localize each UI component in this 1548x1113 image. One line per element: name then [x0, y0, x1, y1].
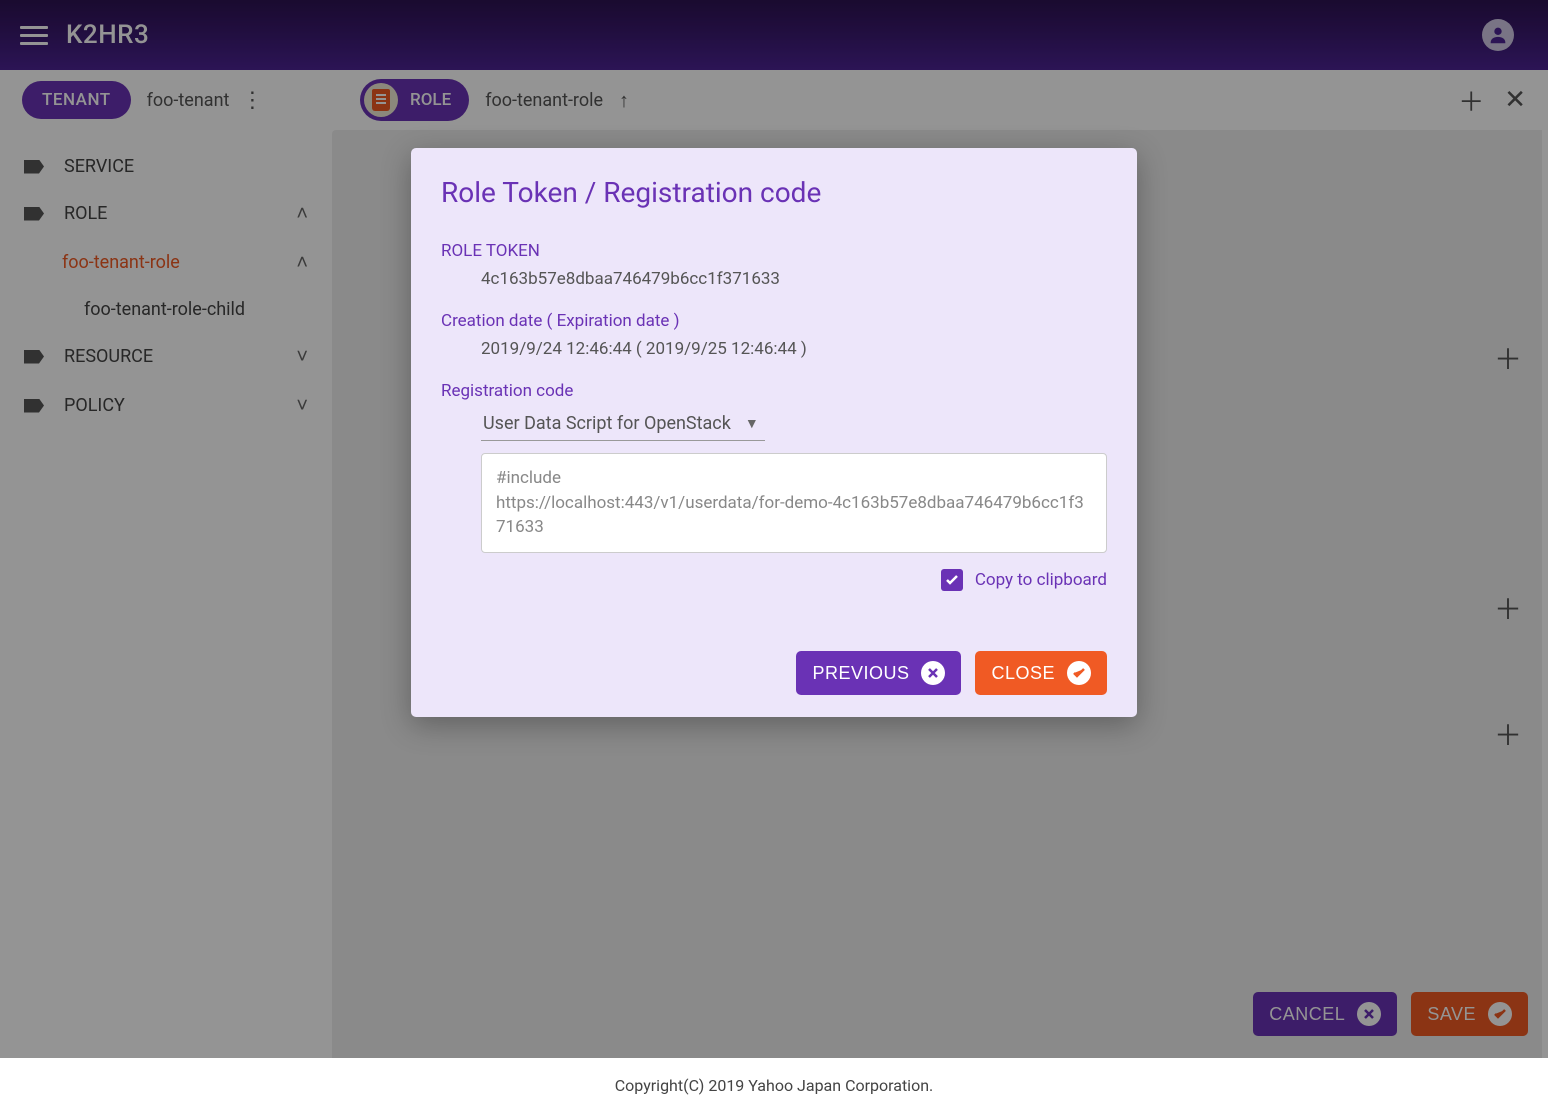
copy-to-clipboard-label[interactable]: Copy to clipboard	[975, 570, 1107, 590]
button-label: PREVIOUS	[812, 663, 909, 684]
check-circle-icon	[1067, 661, 1091, 685]
dropdown-value: User Data Script for OpenStack	[483, 413, 731, 434]
footer-text: Copyright(C) 2019 Yahoo Japan Corporatio…	[0, 1058, 1548, 1113]
registration-code-label: Registration code	[441, 381, 1107, 401]
dates-label: Creation date ( Expiration date )	[441, 311, 1107, 331]
role-token-value: 4c163b57e8dbaa746479b6cc1f371633	[441, 269, 1107, 289]
dates-value: 2019/9/24 12:46:44 ( 2019/9/25 12:46:44 …	[441, 339, 1107, 359]
close-button[interactable]: CLOSE	[975, 651, 1107, 695]
dropdown-arrow-icon: ▼	[745, 415, 759, 432]
role-token-label: ROLE TOKEN	[441, 241, 1107, 261]
modal-overlay[interactable]: Role Token / Registration code ROLE TOKE…	[0, 0, 1548, 1058]
cancel-circle-icon	[921, 661, 945, 685]
reg-code-type-dropdown[interactable]: User Data Script for OpenStack ▼	[481, 409, 765, 441]
role-token-modal: Role Token / Registration code ROLE TOKE…	[411, 148, 1137, 717]
clipboard-icon[interactable]	[941, 569, 963, 591]
registration-code-box[interactable]: #include https://localhost:443/v1/userda…	[481, 453, 1107, 553]
modal-title: Role Token / Registration code	[441, 176, 1107, 209]
previous-button[interactable]: PREVIOUS	[796, 651, 961, 695]
button-label: CLOSE	[991, 663, 1055, 684]
